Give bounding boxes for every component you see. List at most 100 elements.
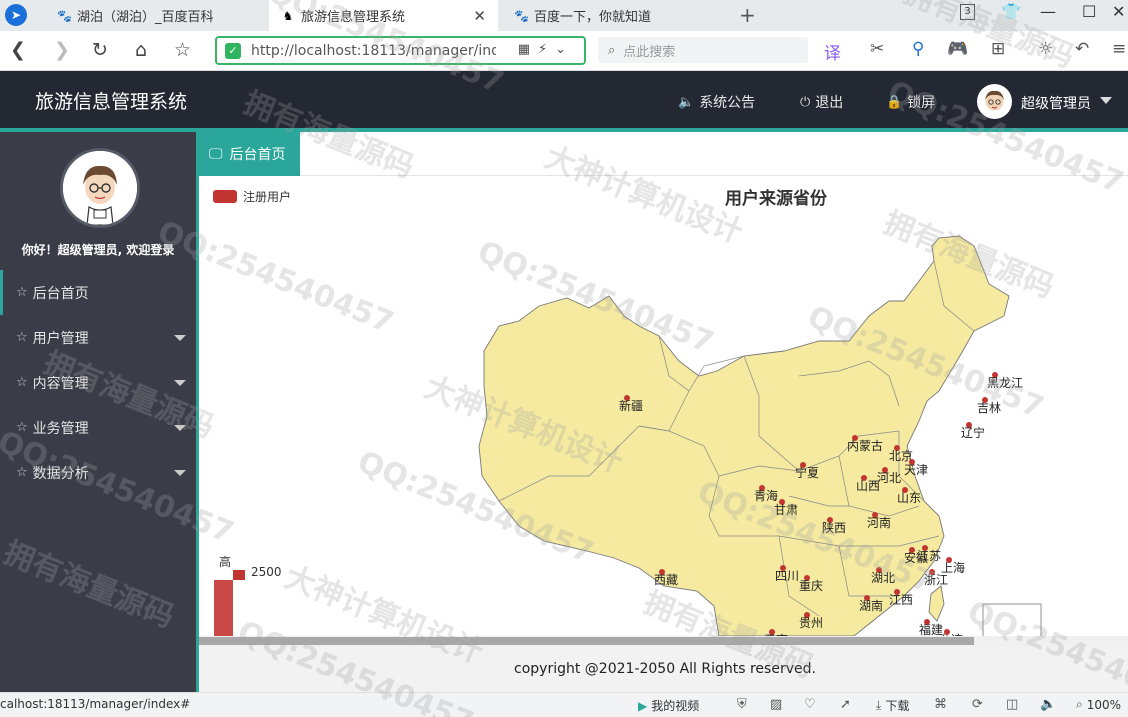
- star-outline-icon: ☆: [16, 465, 28, 480]
- maximize-icon[interactable]: ☐: [1082, 2, 1096, 21]
- close-window-icon[interactable]: ✕: [1112, 2, 1125, 21]
- window-icon[interactable]: ◫: [1006, 697, 1018, 712]
- province-label[interactable]: 四川: [775, 569, 799, 583]
- browser-tab-baidu[interactable]: 🐾 百度一下，你就知道: [502, 0, 732, 31]
- user-dropdown-caret-icon[interactable]: [1100, 97, 1112, 104]
- province-label[interactable]: 湖南: [859, 598, 883, 613]
- legend-label[interactable]: 注册用户: [243, 189, 291, 204]
- sidebar-item-dashboard[interactable]: ☆ 后台首页: [0, 270, 196, 315]
- star-outline-icon: ☆: [16, 420, 28, 435]
- province-label[interactable]: 山东: [897, 491, 921, 505]
- address-toolbar: ❮ ❯ ↻ ⌂ ☆ ✓ http://localhost:18113/manag…: [0, 31, 1128, 71]
- gamepad-icon[interactable]: ⌘: [934, 697, 947, 712]
- more-menu-icon[interactable]: ≡: [1112, 39, 1126, 59]
- play-icon: ▶: [638, 698, 648, 713]
- image-icon[interactable]: ▨: [770, 697, 782, 712]
- address-bar[interactable]: ✓ http://localhost:18113/manager/index ▦…: [215, 36, 586, 65]
- scrollbar-thumb[interactable]: [199, 637, 974, 645]
- new-tab-button[interactable]: +: [739, 3, 756, 27]
- notice-link[interactable]: 🔈 系统公告: [678, 92, 755, 112]
- home-icon[interactable]: ⌂: [135, 39, 147, 61]
- logout-link[interactable]: ⏻ 退出: [800, 92, 843, 112]
- province-label[interactable]: 河北: [877, 471, 901, 485]
- monitor-icon: 🖵: [209, 146, 223, 162]
- forward-icon[interactable]: ❯: [54, 39, 70, 61]
- breadcrumb-tab-dashboard[interactable]: 🖵 后台首页: [199, 132, 300, 176]
- visual-map-bar[interactable]: [214, 580, 233, 636]
- my-videos-label: 我的视频: [651, 699, 700, 713]
- browser-search-input[interactable]: ⌕ 点此搜索: [598, 37, 808, 63]
- brightness-icon[interactable]: ☼: [1038, 39, 1053, 59]
- province-label[interactable]: 陕西: [822, 520, 846, 535]
- province-label[interactable]: 黑龙江: [987, 376, 1023, 390]
- province-label[interactable]: 浙江: [924, 573, 948, 587]
- my-videos-button[interactable]: ▶ 我的视频: [638, 697, 699, 714]
- province-label[interactable]: 江苏: [917, 549, 941, 563]
- province-label[interactable]: 宁夏: [795, 465, 819, 480]
- power-icon: ⏻: [800, 94, 811, 110]
- game-icon[interactable]: 🎮: [947, 39, 968, 59]
- province-label[interactable]: 天津: [904, 463, 928, 477]
- lock-icon: 🔒: [886, 94, 903, 110]
- undo-icon[interactable]: ↶: [1075, 39, 1089, 59]
- close-tab-icon[interactable]: ✕: [473, 7, 486, 25]
- zoom-level[interactable]: ⌕ 100%: [1076, 697, 1121, 712]
- sidebar-item-data-analysis[interactable]: ☆ 数据分析: [0, 450, 196, 495]
- sidebar-item-content-management[interactable]: ☆ 内容管理: [0, 360, 196, 405]
- apps-grid-icon[interactable]: ⊞: [991, 39, 1005, 59]
- province-label[interactable]: 内蒙古: [847, 438, 883, 453]
- horizontal-scrollbar[interactable]: [199, 636, 1128, 646]
- translate-icon[interactable]: 译: [824, 39, 841, 64]
- skin-icon[interactable]: 👕: [1001, 2, 1021, 21]
- back-icon[interactable]: ❮: [10, 39, 26, 61]
- province-label[interactable]: 新疆: [619, 398, 643, 413]
- province-label[interactable]: 贵州: [799, 616, 823, 630]
- tab-count-badge[interactable]: 3: [960, 4, 975, 20]
- zoom-label: 100%: [1086, 697, 1122, 712]
- map-chart-svg: 注册用户 用户来源省份 新疆西藏青海甘肃宁夏内蒙古黑龙江吉林辽宁北京天津河北山西…: [213, 188, 1042, 636]
- address-actions-icon[interactable]: ▦⚡⌄: [518, 42, 574, 57]
- sidebar-item-business-management[interactable]: ☆ 业务管理: [0, 405, 196, 450]
- visual-map-high-label: 高: [219, 554, 231, 569]
- province-label[interactable]: 河南: [867, 515, 891, 530]
- province-label[interactable]: 甘肃: [774, 503, 798, 517]
- speaker-icon[interactable]: 🔈: [1040, 697, 1056, 712]
- minimize-icon[interactable]: —: [1040, 2, 1056, 21]
- province-map-chart: 注册用户 用户来源省份 新疆 西藏 青海 甘肃 宁夏 内蒙古 黑龙江 吉林 辽宁…: [199, 176, 1128, 636]
- sidebar-welcome-text: 你好！超级管理员, 欢迎登录: [21, 243, 175, 257]
- sidebar-item-user-management[interactable]: ☆ 用户管理: [0, 315, 196, 360]
- province-label[interactable]: 吉林: [977, 401, 1001, 415]
- chevron-down-icon: [174, 470, 186, 476]
- main-content: 🖵 后台首页 注册用户 用户来源省份 新疆 西藏 青海 甘肃 宁夏 内蒙古 黑龙…: [196, 132, 1128, 692]
- rocket-icon[interactable]: ➚: [840, 697, 851, 712]
- province-label[interactable]: 江西: [889, 593, 913, 607]
- province-label[interactable]: 青海: [754, 488, 778, 503]
- browser-tab-baike[interactable]: 🐾 湖泊（湖泊）_百度百科: [45, 0, 267, 31]
- browser-logo-icon[interactable]: ➤: [5, 4, 27, 26]
- browser-tab-app[interactable]: ♞ 旅游信息管理系统 ✕: [269, 0, 498, 31]
- sync-icon[interactable]: ⟳: [972, 697, 983, 712]
- shield-icon[interactable]: ⛨: [737, 697, 747, 712]
- magnifier-icon[interactable]: ⚲: [912, 39, 924, 59]
- app-header: 旅游信息管理系统 🔈 系统公告 ⏻ 退出 🔒 锁屏 超级管理员: [0, 71, 1128, 132]
- lock-screen-link[interactable]: 🔒 锁屏: [886, 92, 935, 112]
- visual-map-handle-icon[interactable]: [233, 570, 245, 580]
- current-user-name[interactable]: 超级管理员: [1021, 93, 1091, 113]
- user-avatar[interactable]: [977, 84, 1012, 119]
- heart-icon[interactable]: ♡: [804, 697, 816, 712]
- avatar-cartoon-icon: [63, 151, 137, 225]
- scissors-icon[interactable]: ✂: [870, 39, 884, 59]
- sidebar-item-label: 后台首页: [32, 285, 89, 302]
- province-label[interactable]: 西藏: [654, 573, 678, 587]
- legend-swatch[interactable]: [213, 190, 237, 203]
- address-url[interactable]: http://localhost:18113/manager/index: [251, 43, 496, 59]
- province-label[interactable]: 湖北: [871, 570, 895, 585]
- reload-icon[interactable]: ↻: [92, 39, 108, 61]
- province-label[interactable]: 重庆: [799, 579, 823, 593]
- province-label[interactable]: 辽宁: [961, 425, 985, 440]
- page-footer: copyright @2021-2050 All Rights reserved…: [199, 646, 1128, 692]
- search-placeholder: 点此搜索: [623, 44, 676, 60]
- bookmark-star-icon[interactable]: ☆: [174, 39, 191, 61]
- province-label[interactable]: 山西: [856, 479, 880, 493]
- download-button[interactable]: ⤓ 下载: [876, 697, 909, 714]
